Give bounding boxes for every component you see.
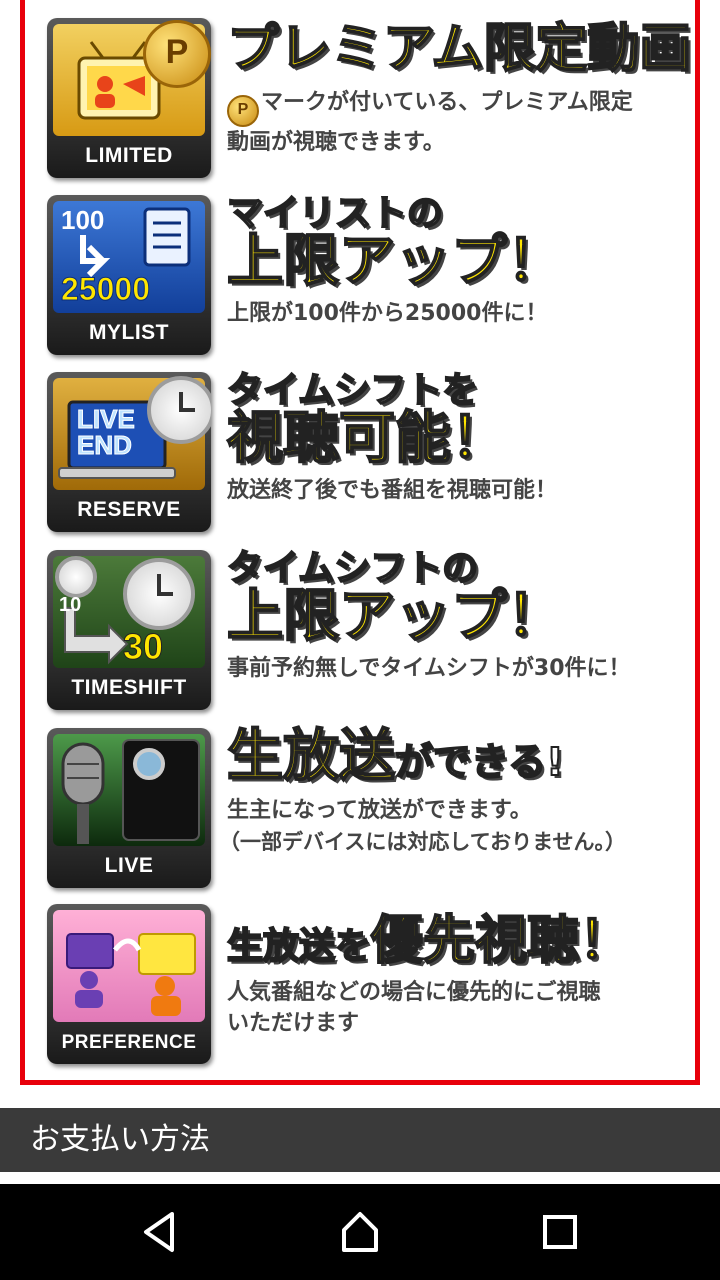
premium-coin-icon: P	[143, 20, 211, 88]
feature-row-timeshift: 10 30 TIMESHIFT タイムシフトの 上限アップ！ 事前予約無しでタイ…	[47, 548, 697, 720]
mylist-from-number: 100	[61, 205, 105, 235]
feature-description-line: 生主になって放送ができます。	[227, 797, 532, 823]
badge-caption: TIMESHIFT	[71, 676, 187, 699]
recents-square-icon[interactable]	[536, 1208, 584, 1256]
microphone-camera-icon	[53, 734, 205, 846]
feature-headline-main: 生放送	[226, 724, 396, 789]
feature-headline-main: 上限アップ！	[226, 583, 564, 649]
badge-caption: LIMITED	[85, 144, 173, 167]
limited-badge-icon: P LIMITED	[47, 18, 211, 178]
home-icon[interactable]	[336, 1208, 384, 1256]
feature-headline-main: 上限アップ！	[226, 228, 564, 294]
description-text: マークが付いている、プレミアム限定	[261, 89, 633, 115]
clock-icon	[123, 558, 195, 630]
timeshift-from-number: 10	[59, 594, 82, 616]
feature-description-line: 放送終了後でも番組を視聴可能！	[227, 477, 558, 503]
feature-headline-top: タイムシフトを	[226, 370, 479, 411]
timeshift-badge-icon: 10 30 TIMESHIFT	[47, 550, 211, 710]
payment-method-section-header[interactable]: お支払い方法	[0, 1108, 720, 1172]
clock-icon	[147, 376, 211, 444]
feature-description-line: いただけます	[227, 1011, 360, 1037]
mylist-badge-icon: 100 25000 MYLIST	[47, 195, 211, 355]
preference-badge-icon: PREFERENCE	[47, 904, 211, 1064]
feature-description-line: 事前予約無しでタイムシフトが30件に！	[227, 655, 631, 681]
badge-caption: LIVE	[104, 854, 154, 877]
preference-icon	[53, 910, 205, 1022]
live-end-text: LIVE END	[77, 404, 136, 460]
feature-row-reserve: LIVE END RESERVE タイムシフトを 視聴可能！ 放送終了後でも番組…	[47, 370, 697, 542]
feature-description-line: 人気番組などの場合に優先的にご視聴	[227, 979, 601, 1005]
android-navigation-bar	[0, 1184, 720, 1280]
feature-headline-top: マイリストの	[226, 193, 444, 234]
small-clock-icon	[55, 556, 97, 598]
timeshift-to-number: 30	[122, 626, 164, 668]
feature-headline: プレミアム限定動画	[226, 19, 692, 79]
feature-headline-suffix: ができる!	[394, 740, 565, 784]
badge-caption: PREFERENCE	[61, 1032, 197, 1053]
feature-headline-main: 優先視聴！	[370, 911, 632, 971]
feature-description-line: P マークが付いている、プレミアム限定	[227, 87, 697, 127]
feature-headline-top: タイムシフトの	[226, 548, 479, 589]
back-triangle-icon[interactable]	[136, 1208, 184, 1256]
mylist-to-number: 25000	[61, 271, 151, 308]
feature-row-limited: P LIMITED プレミアム限定動画 P マークが付いている、プレミアム限定 動…	[47, 18, 697, 188]
badge-caption: RESERVE	[77, 498, 181, 521]
reserve-badge-icon: LIVE END RESERVE	[47, 372, 211, 532]
feature-headline-prefix: 生放送を	[226, 926, 372, 967]
feature-description-line: 動画が視聴できます。	[227, 129, 445, 155]
feature-row-mylist: 100 25000 MYLIST マイリストの 上限アップ！ 上限が100件から…	[47, 193, 697, 365]
badge-caption: MYLIST	[89, 321, 169, 344]
feature-row-live: LIVE 生放送ができる! 生主になって放送ができます。 （一部デバイスには対応…	[47, 726, 697, 898]
premium-features-frame: P LIMITED プレミアム限定動画 P マークが付いている、プレミアム限定 動…	[20, 0, 700, 1085]
live-badge-icon: LIVE	[47, 728, 211, 888]
feature-description-line: 上限が100件から25000件に！	[227, 300, 548, 326]
end-text: END	[77, 430, 133, 460]
feature-headline-main: 視聴可能！	[226, 405, 508, 471]
premium-coin-icon: P	[227, 94, 259, 127]
live-text: LIVE	[77, 404, 136, 434]
feature-row-preference: PREFERENCE 生放送を優先視聴！ 人気番組などの場合に優先的にご視聴 い…	[47, 904, 697, 1074]
feature-description-line: （一部デバイスには対応しておりません。）	[219, 829, 626, 854]
